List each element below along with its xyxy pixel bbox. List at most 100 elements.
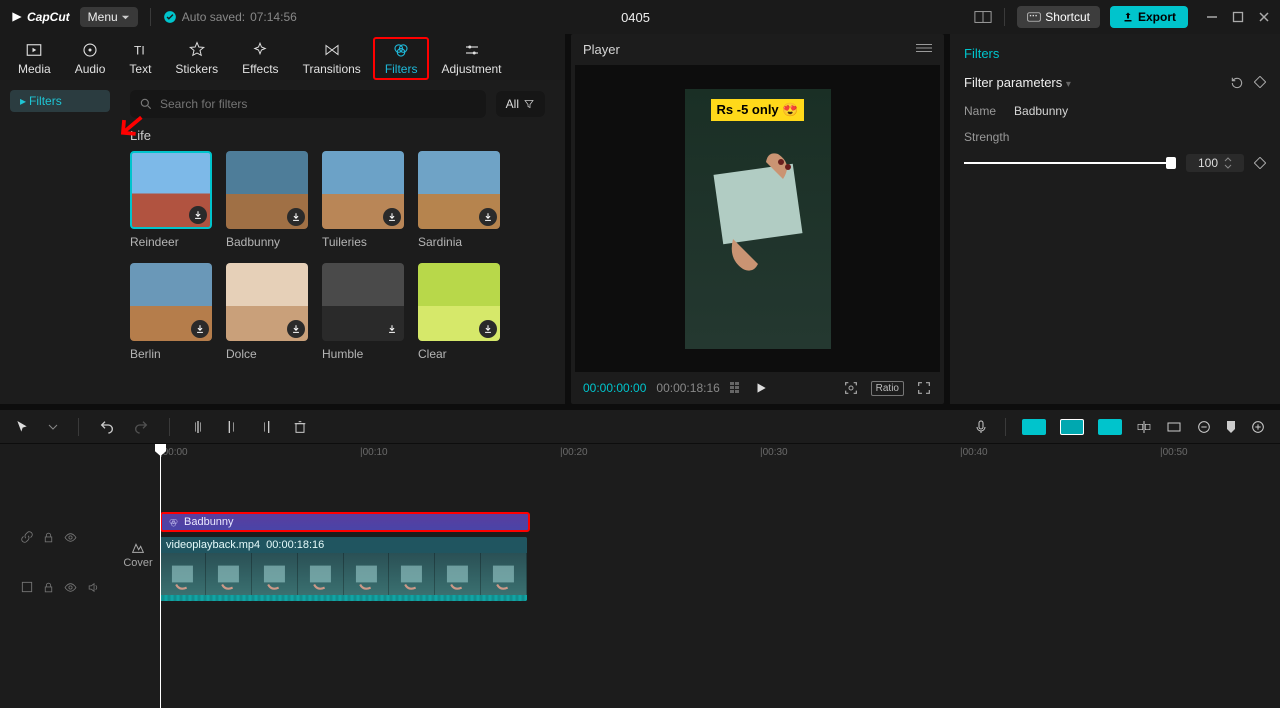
download-icon[interactable] (479, 208, 497, 226)
filters-sidebar: ▸ Filters (0, 80, 120, 404)
filter-label: Humble (322, 347, 404, 361)
export-button[interactable]: Export (1110, 6, 1188, 28)
titlebar: CapCut Menu Auto saved: 07:14:56 0405 Sh… (0, 0, 1280, 34)
zoom-slider-thumb[interactable] (1226, 420, 1236, 434)
download-icon[interactable] (479, 320, 497, 338)
filter-card-badbunny[interactable]: Badbunny (226, 151, 308, 249)
split-right-icon[interactable] (258, 419, 274, 435)
search-icon (139, 97, 153, 111)
aspect-icon[interactable] (974, 10, 992, 24)
library-panel: Media Audio TIText Stickers Effects Tran… (0, 34, 565, 404)
strength-slider[interactable] (964, 162, 1176, 164)
mute-icon[interactable] (86, 581, 101, 594)
player-viewport[interactable]: Rs -5 only 😍 (575, 65, 940, 372)
name-label: Name (964, 104, 996, 118)
params-panel-tab[interactable]: Filters (964, 42, 1266, 61)
zoom-in-icon[interactable] (1250, 419, 1266, 435)
download-icon[interactable] (189, 206, 207, 224)
sidebar-item-filters[interactable]: ▸ Filters (10, 90, 110, 112)
maximize-icon[interactable] (1232, 11, 1244, 23)
lock-icon[interactable] (42, 531, 55, 544)
tab-transitions[interactable]: Transitions (291, 37, 373, 80)
minimize-icon[interactable] (1206, 11, 1218, 23)
close-icon[interactable] (1258, 11, 1270, 23)
eye-icon[interactable] (63, 581, 78, 594)
download-icon[interactable] (287, 208, 305, 226)
list-icon[interactable] (730, 382, 744, 394)
reset-icon[interactable] (1230, 76, 1244, 90)
tab-stickers[interactable]: Stickers (163, 37, 230, 80)
svg-text:TI: TI (134, 44, 145, 58)
fullscreen-icon[interactable] (916, 380, 932, 396)
redo-icon[interactable] (133, 419, 149, 435)
track-mode1-icon[interactable] (1022, 419, 1046, 435)
track-mode3-icon[interactable] (1098, 419, 1122, 435)
tab-effects[interactable]: Effects (230, 37, 290, 80)
preview-icon[interactable] (1166, 419, 1182, 435)
filter-card-dolce[interactable]: Dolce (226, 263, 308, 361)
filter-all-button[interactable]: All (496, 91, 545, 117)
filter-card-humble[interactable]: Humble (322, 263, 404, 361)
strength-value-input[interactable]: 100 (1186, 154, 1244, 172)
strength-label: Strength (964, 130, 1009, 144)
tab-media[interactable]: Media (6, 37, 63, 80)
filter-card-clear[interactable]: Clear (418, 263, 500, 361)
eye-icon[interactable] (63, 531, 78, 544)
filter-card-sardinia[interactable]: Sardinia (418, 151, 500, 249)
keyframe-diamond-icon[interactable] (1254, 157, 1266, 169)
download-icon[interactable] (191, 320, 209, 338)
ratio-button[interactable]: Ratio (871, 381, 904, 396)
filter-label: Reindeer (130, 235, 212, 249)
filter-label: Dolce (226, 347, 308, 361)
lock-icon[interactable] (42, 581, 55, 594)
undo-icon[interactable] (99, 419, 115, 435)
scan-icon[interactable] (843, 380, 859, 396)
keyframe-icon[interactable] (1254, 76, 1266, 88)
tab-text[interactable]: TIText (117, 37, 163, 80)
track-mode2-icon[interactable] (1060, 419, 1084, 435)
params-heading: Filter parameters (964, 75, 1062, 90)
split-left-icon[interactable] (224, 419, 240, 435)
playhead[interactable] (160, 444, 161, 708)
split-icon[interactable] (190, 419, 206, 435)
filter-label: Badbunny (226, 235, 308, 249)
player-menu-icon[interactable] (916, 42, 932, 54)
tab-adjustment[interactable]: Adjustment (429, 37, 513, 80)
filter-label: Sardinia (418, 235, 500, 249)
zoom-out-icon[interactable] (1196, 419, 1212, 435)
video-overlay-text: Rs -5 only 😍 (711, 99, 805, 121)
align-icon[interactable] (1136, 419, 1152, 435)
timeline-ruler[interactable]: |00:00|00:10|00:20|00:30|00:40|00:50 (0, 444, 1280, 464)
filter-card-reindeer[interactable]: Reindeer (130, 151, 212, 249)
mic-icon[interactable] (973, 419, 989, 435)
search-input[interactable] (130, 90, 486, 118)
timeline-filter-clip[interactable]: Badbunny (160, 512, 530, 532)
filter-card-tuileries[interactable]: Tuileries (322, 151, 404, 249)
main-track-icon[interactable] (20, 580, 34, 594)
menu-button[interactable]: Menu (80, 7, 138, 27)
delete-icon[interactable] (292, 419, 308, 435)
autosave-status: Auto saved: 07:14:56 (163, 10, 297, 24)
library-tabs: Media Audio TIText Stickers Effects Tran… (0, 34, 565, 80)
filter-label: Tuileries (322, 235, 404, 249)
filter-params-panel: Filters Filter parameters ▾ Name Badbunn… (950, 34, 1280, 404)
ruler-mark: |00:50 (1160, 447, 1188, 458)
filter-card-berlin[interactable]: Berlin (130, 263, 212, 361)
chevron-down-icon[interactable] (48, 422, 58, 432)
download-icon[interactable] (383, 208, 401, 226)
download-icon[interactable] (287, 320, 305, 338)
ruler-mark: |00:40 (960, 447, 988, 458)
tab-filters[interactable]: Filters (373, 37, 430, 80)
link-icon[interactable] (20, 530, 34, 544)
shortcut-button[interactable]: Shortcut (1017, 6, 1100, 28)
download-icon[interactable] (383, 320, 401, 338)
tab-audio[interactable]: Audio (63, 37, 118, 80)
cover-button[interactable]: Cover (120, 539, 156, 569)
ruler-mark: |00:30 (760, 447, 788, 458)
timeline-video-clip[interactable]: videoplayback.mp4 00:00:18:16 (160, 537, 527, 601)
current-time: 00:00:00:00 (583, 381, 646, 395)
filter-name-value: Badbunny (1014, 104, 1068, 118)
play-icon[interactable] (754, 381, 768, 395)
section-title-life: Life (130, 128, 545, 143)
pointer-icon[interactable] (14, 419, 30, 435)
